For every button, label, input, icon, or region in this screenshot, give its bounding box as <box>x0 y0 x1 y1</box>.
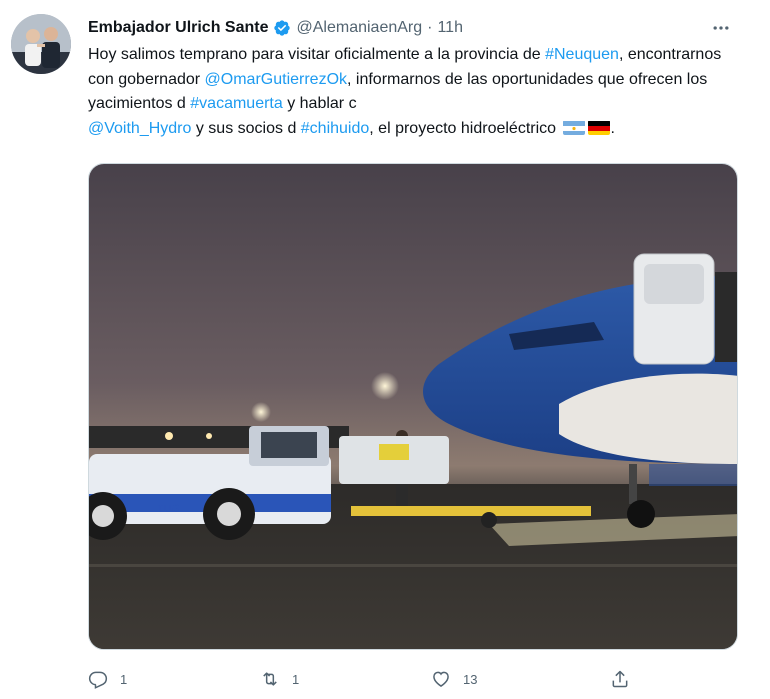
verified-badge-icon <box>273 20 290 36</box>
avatar[interactable] <box>11 14 71 74</box>
reply-button[interactable]: 1 <box>88 664 127 694</box>
tweet-text-part: Hoy salimos temprano para visitar oficia… <box>88 46 546 63</box>
like-count: 13 <box>463 671 478 687</box>
argentina-flag-icon <box>563 120 586 135</box>
tweet-text-part: y sus socios d <box>191 119 301 137</box>
timestamp[interactable]: 11h <box>437 19 463 37</box>
tweet-actions: 1 1 13 <box>88 664 738 694</box>
reply-icon <box>88 671 108 689</box>
author-name[interactable]: Embajador Ulrich Sante <box>88 19 269 37</box>
like-button[interactable]: 13 <box>431 664 477 694</box>
avatar-image <box>11 14 71 74</box>
share-button[interactable] <box>610 664 630 694</box>
tweet-card[interactable]: Embajador Ulrich Sante @AlemaniaenArg · … <box>0 0 770 699</box>
separator-dot: · <box>427 19 433 36</box>
hashtag-link[interactable]: #vacamuerta <box>190 95 283 112</box>
tweet-photo[interactable]: TUG <box>88 163 738 650</box>
germany-flag-icon <box>588 120 611 135</box>
author-handle[interactable]: @AlemaniaenArg <box>297 19 423 37</box>
retweet-button[interactable]: 1 <box>260 664 299 694</box>
hashtag-link[interactable]: #chihuido <box>301 120 370 137</box>
retweet-icon <box>263 672 277 686</box>
reply-count: 1 <box>120 671 128 687</box>
tweet-text-part: , el proyecto hidroeléctrico <box>369 119 561 137</box>
more-icon <box>713 26 729 30</box>
tweet-header: Embajador Ulrich Sante @AlemaniaenArg · … <box>88 17 463 39</box>
tweet-text: Hoy salimos temprano para visitar oficia… <box>88 43 748 141</box>
retweet-count: 1 <box>292 671 300 687</box>
hashtag-link[interactable]: #Neuquen <box>545 46 619 63</box>
more-button[interactable] <box>706 16 736 40</box>
mention-link[interactable]: @Voith_Hydro <box>88 120 191 137</box>
tweet-text-part: . <box>610 119 615 137</box>
mention-link[interactable]: @OmarGutierrezOk <box>205 71 347 88</box>
tweet-text-part: y hablar c <box>282 95 357 112</box>
airport-night-photo: TUG <box>89 164 737 649</box>
share-icon <box>612 670 628 688</box>
tug-label: TUG <box>157 503 180 515</box>
like-icon <box>433 671 449 687</box>
